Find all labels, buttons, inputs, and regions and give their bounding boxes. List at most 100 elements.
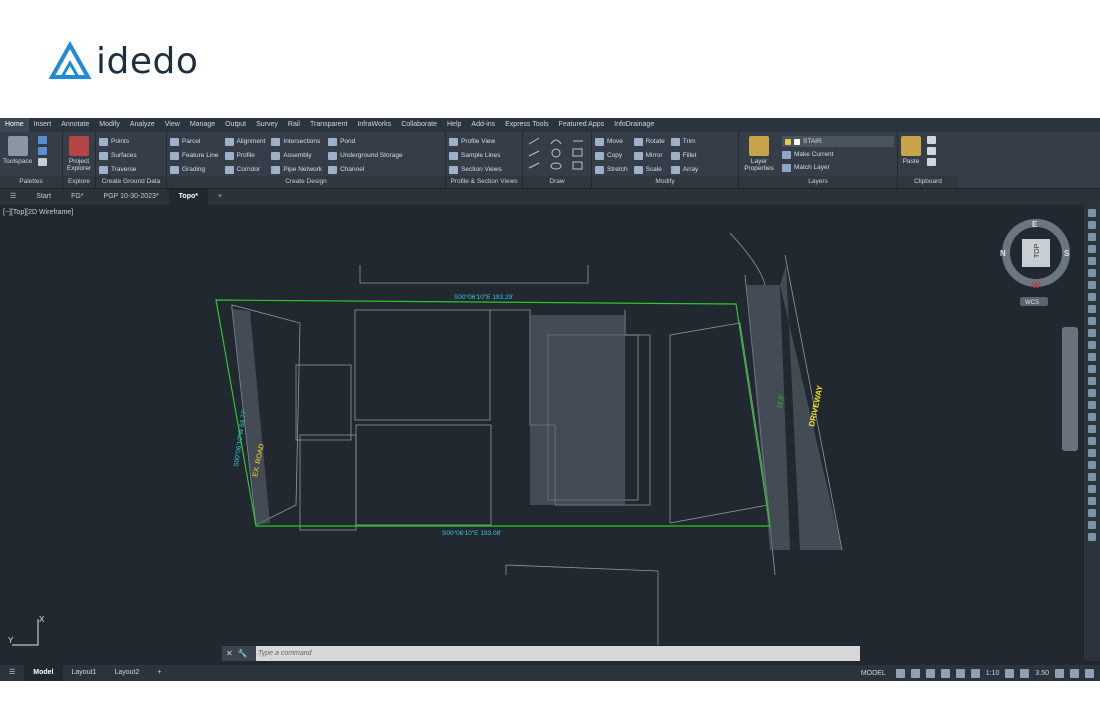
project-explorer-button[interactable]: Project Explorer <box>66 136 92 176</box>
menu-tab-analyze[interactable]: Analyze <box>125 118 160 132</box>
wrench-icon[interactable]: 🔧 <box>238 649 248 658</box>
modify-mirror-button[interactable]: Mirror <box>633 150 665 161</box>
right-tool-12-icon[interactable] <box>1088 353 1096 361</box>
modify-array-button[interactable]: Array <box>670 164 698 175</box>
menu-tab-infodrainage[interactable]: InfoDrainage <box>609 118 659 132</box>
compass-e[interactable]: E <box>1032 220 1038 229</box>
design-channel-button[interactable]: Channel <box>328 164 403 175</box>
right-tool-5-icon[interactable] <box>1088 269 1096 277</box>
layer-dropdown[interactable]: STAIR <box>782 136 894 147</box>
ortho-icon[interactable] <box>925 668 935 678</box>
right-tool-3-icon[interactable] <box>1088 245 1096 253</box>
right-tool-21-icon[interactable] <box>1088 461 1096 469</box>
right-tool-7-icon[interactable] <box>1088 293 1096 301</box>
modify-scale-button[interactable]: Scale <box>633 164 665 175</box>
profile-profile-view-button[interactable]: Profile View <box>449 136 502 147</box>
panel-title-ground[interactable]: Create Ground Data <box>96 176 166 188</box>
menu-tab-collaborate[interactable]: Collaborate <box>396 118 442 132</box>
panel-title-layers[interactable]: Layers <box>739 176 897 188</box>
modify-stretch-button[interactable]: Stretch <box>595 164 628 175</box>
toolspace-button[interactable]: Toolspace <box>3 136 32 176</box>
compass-w[interactable]: W <box>1032 281 1040 290</box>
right-tool-20-icon[interactable] <box>1088 449 1096 457</box>
modify-move-button[interactable]: Move <box>595 136 628 147</box>
doc-tab-0[interactable]: Start <box>26 189 61 205</box>
design-profile-button[interactable]: Profile <box>224 150 266 161</box>
modify-rotate-button[interactable]: Rotate <box>633 136 665 147</box>
customize-icon[interactable] <box>1085 668 1094 678</box>
panel-title-modify[interactable]: Modify <box>592 176 738 188</box>
profile-section-views-button[interactable]: Section Views <box>449 164 502 175</box>
right-tool-9-icon[interactable] <box>1088 317 1096 325</box>
design-corridor-button[interactable]: Corridor <box>224 164 266 175</box>
doc-tab-2[interactable]: PGP 10-30-2023* <box>94 189 169 205</box>
design-pipe-network-button[interactable]: Pipe Network <box>271 164 322 175</box>
right-tool-11-icon[interactable] <box>1088 341 1096 349</box>
drawing-canvas[interactable]: [−][Top][2D Wireframe] S00°06'10"E 193.2… <box>0 205 1084 661</box>
right-tool-17-icon[interactable] <box>1088 413 1096 421</box>
right-tool-27-icon[interactable] <box>1088 533 1096 541</box>
annotation-scale[interactable]: 1:10 <box>986 670 1000 677</box>
doc-tab-3[interactable]: Topo* <box>168 189 208 205</box>
modify-copy-button[interactable]: Copy <box>595 150 628 161</box>
ground-points-button[interactable]: Points <box>99 136 137 147</box>
menu-tab-infraworks[interactable]: InfraWorks <box>352 118 396 132</box>
design-alignment-button[interactable]: Alignment <box>224 136 265 147</box>
viewcube[interactable]: TOP N S E W WCS <box>996 213 1076 313</box>
menu-tab-manage[interactable]: Manage <box>185 118 220 132</box>
design-feature-line-button[interactable]: Feature Line <box>170 150 219 161</box>
right-tool-15-icon[interactable] <box>1088 389 1096 397</box>
properties-icon[interactable] <box>38 158 48 166</box>
menu-tab-insert[interactable]: Insert <box>29 118 57 132</box>
design-assembly-button[interactable]: Assembly <box>271 150 322 161</box>
menu-tab-modify[interactable]: Modify <box>94 118 125 132</box>
app-menu-icon[interactable]: ☰ <box>0 189 26 205</box>
grid-icon[interactable] <box>895 668 905 678</box>
right-tool-6-icon[interactable] <box>1088 281 1096 289</box>
modify-fillet-button[interactable]: Fillet <box>670 150 699 161</box>
right-tool-26-icon[interactable] <box>1088 521 1096 529</box>
layout-tab-layout2[interactable]: Layout2 <box>105 665 148 681</box>
add-layout-icon[interactable]: + <box>148 665 170 681</box>
match-properties-icon[interactable] <box>927 158 936 166</box>
profile-sample-lines-button[interactable]: Sample Lines <box>449 150 502 161</box>
osnap-icon[interactable] <box>955 668 965 678</box>
menu-tab-add-ins[interactable]: Add-ins <box>466 118 500 132</box>
clean-screen-icon[interactable] <box>1070 668 1079 678</box>
annotation-icon[interactable] <box>970 668 980 678</box>
lineweight-value[interactable]: 3.50 <box>1035 670 1049 677</box>
right-tool-24-icon[interactable] <box>1088 497 1096 505</box>
model-space-button[interactable]: MODEL <box>861 670 886 677</box>
right-tool-0-icon[interactable] <box>1088 209 1096 217</box>
polar-icon[interactable] <box>940 668 950 678</box>
copy-clip-icon[interactable] <box>927 147 936 155</box>
gear-icon[interactable] <box>1005 668 1015 678</box>
right-tool-23-icon[interactable] <box>1088 485 1096 493</box>
paste-button[interactable]: Paste <box>901 136 921 176</box>
layer-properties-button[interactable]: Layer Properties <box>742 136 776 176</box>
right-tool-25-icon[interactable] <box>1088 509 1096 517</box>
ground-traverse-button[interactable]: Traverse <box>99 164 137 175</box>
new-tab-icon[interactable]: + <box>208 189 232 205</box>
design-underground-storage-button[interactable]: Underground Storage <box>328 150 403 161</box>
right-tool-2-icon[interactable] <box>1088 233 1096 241</box>
hardware-accel-icon[interactable] <box>1055 668 1064 678</box>
match-layer-button[interactable]: Match Layer <box>782 162 894 173</box>
right-tool-8-icon[interactable] <box>1088 305 1096 313</box>
modify-trim-button[interactable]: Trim <box>670 136 699 147</box>
design-parcel-button[interactable]: Parcel <box>170 136 219 147</box>
panel-title-palettes[interactable]: Palettes <box>0 176 62 188</box>
design-grading-button[interactable]: Grading <box>170 164 219 175</box>
layout-tab-layout1[interactable]: Layout1 <box>63 665 106 681</box>
menu-tab-help[interactable]: Help <box>442 118 466 132</box>
layout-tab-model[interactable]: Model <box>24 665 63 681</box>
right-tool-16-icon[interactable] <box>1088 401 1096 409</box>
snap-icon[interactable] <box>910 668 920 678</box>
right-tool-22-icon[interactable] <box>1088 473 1096 481</box>
menu-tab-featured-apps[interactable]: Featured Apps <box>554 118 610 132</box>
navigation-bar[interactable] <box>1062 327 1078 451</box>
draw-tools-icons[interactable] <box>526 136 586 174</box>
right-tool-14-icon[interactable] <box>1088 377 1096 385</box>
panel-title-design[interactable]: Create Design <box>167 176 445 188</box>
settings-icon[interactable] <box>38 147 48 155</box>
